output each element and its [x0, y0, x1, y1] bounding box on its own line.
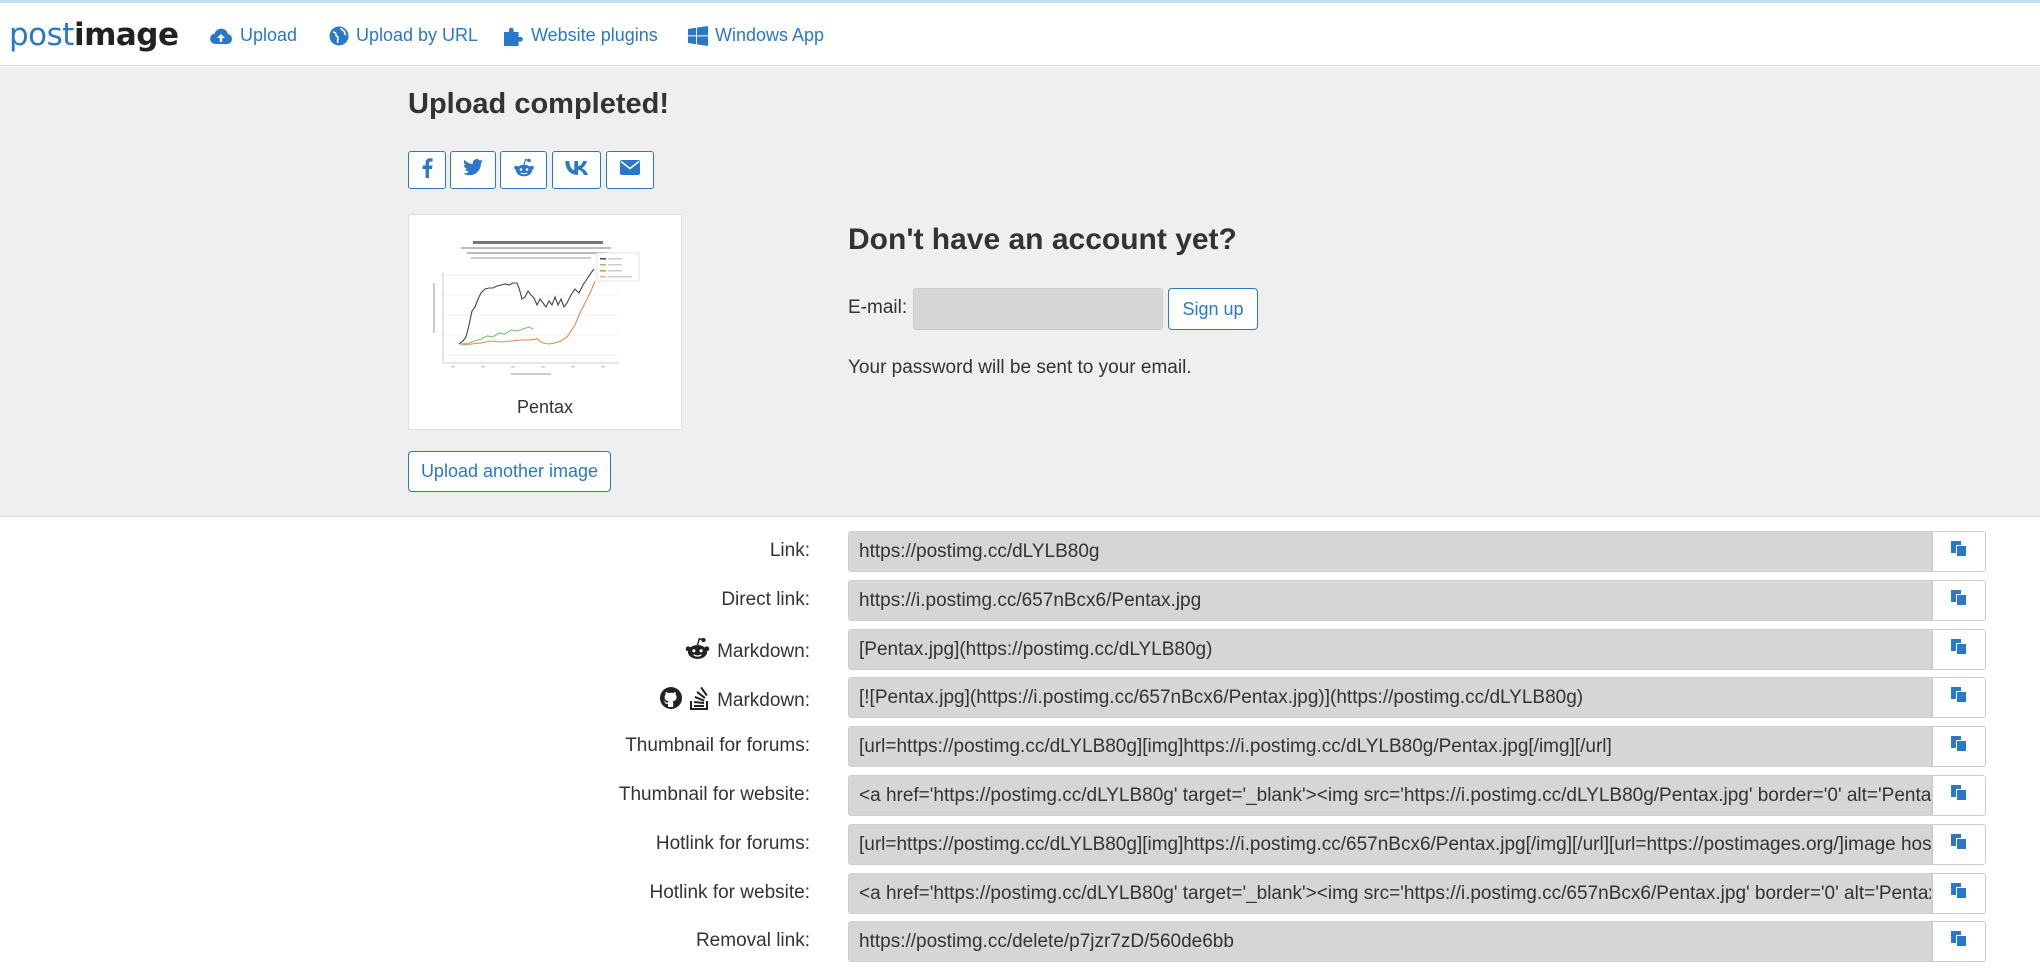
share-twitter-button[interactable]: [450, 151, 496, 189]
puzzle-icon: [503, 26, 524, 46]
nav-upload[interactable]: Upload: [209, 25, 297, 46]
reddit-icon: [684, 637, 711, 667]
copy-icon: [1950, 784, 1968, 807]
hotlink-forums-label: Hotlink for forums:: [655, 833, 810, 854]
postimage-logo[interactable]: postimage: [9, 17, 179, 53]
email-icon: [620, 160, 640, 180]
email-input[interactable]: [913, 288, 1163, 330]
hotlink-website-field[interactable]: <a href='https://postimg.cc/dLYLB80g' ta…: [848, 873, 1932, 914]
sign-up-button[interactable]: Sign up: [1168, 288, 1258, 330]
hotlink-website-label: Hotlink for website:: [649, 882, 810, 903]
copy-icon: [1950, 882, 1968, 905]
share-vk-button[interactable]: [552, 151, 601, 189]
uploaded-image-card[interactable]: Pentax: [408, 214, 682, 430]
uploaded-image-thumbnail[interactable]: [421, 233, 669, 388]
share-reddit-button[interactable]: [500, 151, 547, 189]
copy-icon: [1950, 589, 1968, 612]
github-markdown-field[interactable]: [![Pentax.jpg](https://i.postimg.cc/657n…: [848, 677, 1932, 718]
nav-label: Windows App: [715, 25, 825, 45]
nav-website-plugins[interactable]: Website plugins: [503, 25, 658, 46]
nav-windows-app[interactable]: Windows App: [688, 25, 824, 46]
cloud-upload-icon: [209, 27, 233, 45]
copy-icon: [1950, 930, 1968, 953]
copy-button[interactable]: [1932, 580, 1986, 621]
link-label: Link:: [769, 540, 810, 561]
copy-button[interactable]: [1932, 873, 1986, 914]
nav-label: Upload: [240, 25, 298, 45]
vk-icon: [564, 160, 589, 180]
copy-icon: [1950, 540, 1968, 563]
copy-button[interactable]: [1932, 629, 1986, 670]
navbar: postimage Upload Upload by URL Website p…: [0, 3, 2040, 66]
thumbnail-website-field[interactable]: <a href='https://postimg.cc/dLYLB80g' ta…: [848, 775, 1932, 816]
copy-icon: [1950, 638, 1968, 661]
share-facebook-button[interactable]: [408, 151, 446, 189]
account-signup-heading: Don't have an account yet?: [848, 223, 1237, 256]
reddit-icon: [513, 158, 535, 183]
copy-icon: [1950, 735, 1968, 758]
nav-upload-by-url[interactable]: Upload by URL: [329, 25, 478, 46]
nav-label: Upload by URL: [356, 25, 479, 45]
direct-link-label: Direct link:: [721, 589, 810, 610]
image-name-label: Pentax: [516, 397, 574, 417]
windows-icon: [688, 25, 708, 46]
copy-button[interactable]: [1932, 726, 1986, 767]
copy-icon: [1950, 686, 1968, 709]
copy-button[interactable]: [1932, 775, 1986, 816]
removal-link-field[interactable]: https://postimg.cc/delete/p7jzr7zD/560de…: [848, 921, 1932, 962]
thumbnail-website-label: Thumbnail for website:: [618, 784, 810, 805]
removal-link-label: Removal link:: [695, 930, 810, 951]
password-note: Your password will be sent to your email…: [848, 357, 1192, 378]
email-label: E-mail:: [848, 297, 908, 318]
copy-button[interactable]: [1932, 921, 1986, 962]
copy-button[interactable]: [1932, 677, 1986, 718]
nav-label: Website plugins: [531, 25, 658, 45]
thumbnail-forums-label: Thumbnail for forums:: [625, 735, 810, 756]
copy-icon: [1950, 833, 1968, 856]
link-field[interactable]: https://postimg.cc/dLYLB80g: [848, 531, 1932, 572]
facebook-icon: [421, 157, 433, 183]
reddit-markdown-field[interactable]: [Pentax.jpg](https://postimg.cc/dLYLB80g…: [848, 629, 1932, 670]
globe-icon: [329, 26, 349, 46]
thumbnail-forums-field[interactable]: [url=https://postimg.cc/dLYLB80g][img]ht…: [848, 726, 1932, 767]
stackoverflow-icon: [689, 686, 711, 716]
upload-another-image-button[interactable]: Upload another image: [408, 451, 611, 492]
twitter-icon: [463, 159, 483, 181]
copy-button[interactable]: [1932, 824, 1986, 865]
direct-link-field[interactable]: https://i.postimg.cc/657nBcx6/Pentax.jpg: [848, 580, 1932, 621]
github-icon: [659, 686, 683, 716]
hotlink-forums-field[interactable]: [url=https://postimg.cc/dLYLB80g][img]ht…: [848, 824, 1932, 865]
share-email-button[interactable]: [606, 151, 654, 189]
github-markdown-label: Markdown:: [659, 686, 810, 716]
reddit-markdown-label: Markdown:: [684, 637, 810, 667]
upload-completed-heading: Upload completed!: [408, 88, 670, 120]
copy-button[interactable]: [1932, 531, 1986, 572]
